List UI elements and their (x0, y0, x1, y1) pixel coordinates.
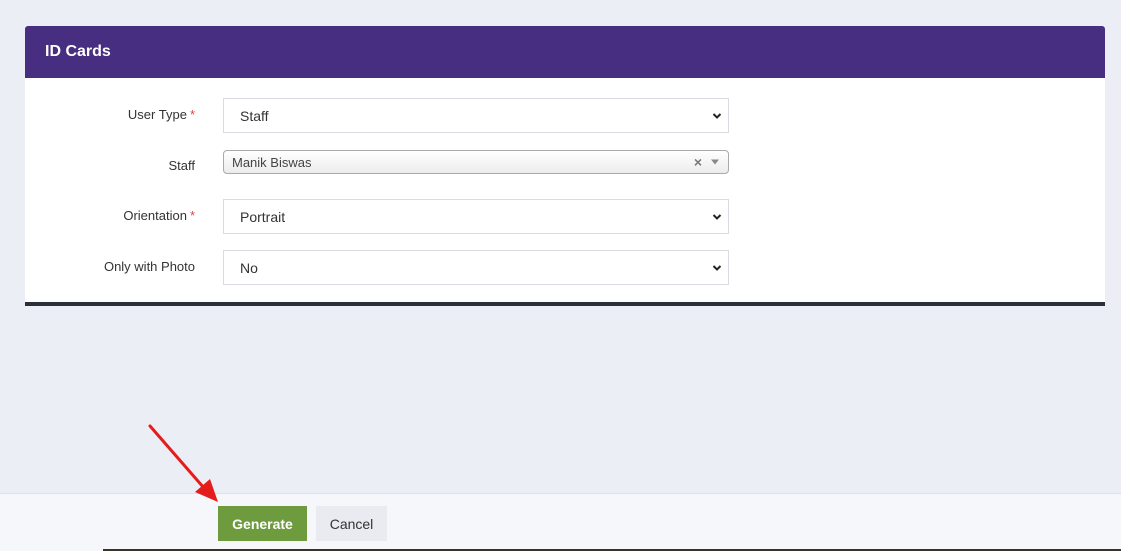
only-with-photo-select[interactable]: No (223, 250, 729, 285)
user-type-row: User Type * Staff (25, 98, 1105, 133)
orientation-value: Portrait (240, 208, 286, 225)
only-with-photo-row: Only with Photo No (25, 250, 1105, 285)
chevron-down-icon (712, 264, 722, 271)
clear-icon[interactable]: × (694, 155, 702, 169)
staff-select[interactable]: Manik Biswas × (223, 150, 729, 174)
user-type-select[interactable]: Staff (223, 98, 729, 133)
chevron-down-icon (712, 112, 722, 119)
required-mark: * (189, 107, 195, 122)
required-mark: * (189, 208, 195, 223)
cancel-button[interactable]: Cancel (316, 506, 387, 541)
chevron-down-icon (712, 213, 722, 220)
panel-title: ID Cards (45, 43, 111, 60)
orientation-select[interactable]: Portrait (223, 199, 729, 234)
staff-row: Staff Manik Biswas × (25, 149, 1105, 174)
user-type-label: User Type * (127, 107, 195, 122)
dropdown-arrow-icon[interactable] (711, 159, 719, 165)
only-with-photo-value: No (240, 259, 258, 276)
generate-button[interactable]: Generate (218, 506, 307, 541)
staff-label: Staff (168, 158, 195, 173)
staff-value: Manik Biswas (232, 154, 312, 170)
id-cards-panel: ID Cards User Type * Staff Staff Manik Bi… (25, 26, 1105, 306)
panel-header: ID Cards (25, 26, 1105, 78)
orientation-label: Orientation * (123, 208, 195, 223)
orientation-row: Orientation * Portrait (25, 199, 1105, 234)
user-type-value: Staff (240, 107, 269, 124)
page: ID Cards User Type * Staff Staff Manik Bi… (0, 0, 1121, 551)
form-footer: Generate Cancel (0, 493, 1121, 551)
only-with-photo-label: Only with Photo (103, 259, 195, 274)
